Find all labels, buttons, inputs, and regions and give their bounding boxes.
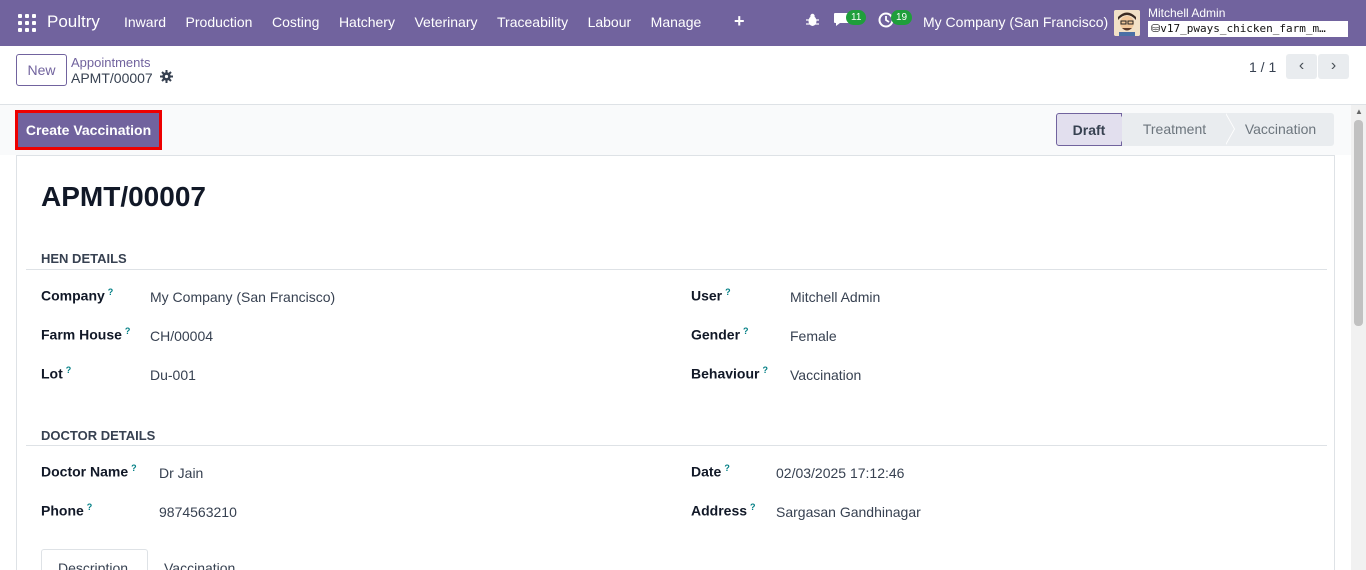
- help-icon[interactable]: ?: [87, 502, 93, 512]
- company-value[interactable]: My Company (San Francisco): [150, 289, 335, 305]
- top-navbar: Poultry Inward Production Costing Hatche…: [0, 0, 1366, 46]
- gender-value[interactable]: Female: [790, 328, 837, 344]
- database-label: v17_pways_chicken_farm_m…: [1160, 22, 1326, 35]
- menu-hatchery[interactable]: Hatchery: [339, 14, 395, 30]
- user-label: User?: [691, 287, 731, 304]
- stage-treatment[interactable]: Treatment: [1122, 113, 1227, 146]
- tab-vaccination[interactable]: Vaccination: [164, 549, 235, 570]
- help-icon[interactable]: ?: [725, 287, 731, 297]
- menu-veterinary[interactable]: Veterinary: [414, 14, 477, 30]
- stage-vaccination[interactable]: Vaccination: [1227, 113, 1334, 146]
- help-icon[interactable]: ?: [762, 365, 768, 375]
- help-icon[interactable]: ?: [108, 287, 114, 297]
- hen-details-heading: HEN DETAILS: [41, 251, 127, 266]
- create-vaccination-button[interactable]: Create Vaccination: [15, 110, 162, 150]
- database-name: ⛁v17_pways_chicken_farm_m…: [1148, 21, 1348, 37]
- app-grid-icon[interactable]: [18, 14, 36, 32]
- scrollbar-thumb[interactable]: [1354, 120, 1363, 326]
- help-icon[interactable]: ?: [66, 365, 72, 375]
- tab-description[interactable]: Description: [41, 549, 148, 570]
- pager-next-button[interactable]: ›: [1318, 54, 1349, 79]
- control-panel: New Appointments APMT/00007 1 / 1 ‹ ›: [0, 46, 1366, 105]
- menu-labour[interactable]: Labour: [588, 14, 632, 30]
- record-title: APMT/00007: [41, 181, 206, 212]
- user-name[interactable]: Mitchell Admin: [1148, 6, 1225, 20]
- phone-label: Phone?: [41, 502, 93, 519]
- activity-count-badge: 19: [891, 10, 913, 25]
- date-label: Date?: [691, 463, 730, 480]
- scroll-up-icon[interactable]: ▲: [1355, 107, 1363, 116]
- menu-costing[interactable]: Costing: [272, 14, 319, 30]
- gear-icon[interactable]: [160, 70, 173, 86]
- pager-value[interactable]: 1 / 1: [1249, 59, 1276, 75]
- stage-arrow: [1225, 113, 1234, 145]
- bug-icon[interactable]: [806, 13, 819, 31]
- date-value[interactable]: 02/03/2025 17:12:46: [776, 465, 904, 481]
- new-button[interactable]: New: [16, 54, 67, 86]
- behaviour-label: Behaviour?: [691, 365, 768, 382]
- help-icon[interactable]: ?: [125, 326, 131, 336]
- menu-production[interactable]: Production: [186, 14, 253, 30]
- chevron-left-icon: ‹: [1298, 57, 1305, 74]
- lot-value[interactable]: Du-001: [150, 367, 196, 383]
- menu-traceability[interactable]: Traceability: [497, 14, 568, 30]
- help-icon[interactable]: ?: [724, 463, 730, 473]
- address-label: Address?: [691, 502, 756, 519]
- help-icon[interactable]: ?: [743, 326, 749, 336]
- stage-draft[interactable]: Draft: [1056, 113, 1122, 146]
- main-menu: Inward Production Costing Hatchery Veter…: [124, 14, 721, 30]
- user-avatar[interactable]: [1114, 10, 1140, 36]
- doctor-name-value[interactable]: Dr Jain: [159, 465, 203, 481]
- help-icon[interactable]: ?: [750, 502, 756, 512]
- app-name[interactable]: Poultry: [47, 12, 100, 32]
- pager-previous-button[interactable]: ‹: [1286, 54, 1317, 79]
- menu-manage[interactable]: Manage: [651, 14, 702, 30]
- divider: [26, 445, 1327, 446]
- lot-label: Lot?: [41, 365, 72, 382]
- breadcrumb-appointments[interactable]: Appointments: [71, 55, 151, 70]
- gender-label: Gender?: [691, 326, 749, 343]
- breadcrumb-current: APMT/00007: [71, 70, 153, 86]
- menu-inward[interactable]: Inward: [124, 14, 166, 30]
- help-icon[interactable]: ?: [131, 463, 137, 473]
- company-switcher[interactable]: My Company (San Francisco): [923, 14, 1108, 30]
- plus-icon[interactable]: +: [734, 11, 745, 32]
- farm-house-label: Farm House?: [41, 326, 131, 343]
- company-label: Company?: [41, 287, 114, 304]
- behaviour-value[interactable]: Vaccination: [790, 367, 861, 383]
- farm-house-value[interactable]: CH/00004: [150, 328, 213, 344]
- doctor-name-label: Doctor Name?: [41, 463, 137, 480]
- chat-count-badge: 11: [846, 10, 867, 25]
- divider: [26, 269, 1327, 270]
- user-value[interactable]: Mitchell Admin: [790, 289, 880, 305]
- phone-value[interactable]: 9874563210: [159, 504, 237, 520]
- doctor-details-heading: DOCTOR DETAILS: [41, 428, 156, 443]
- address-value[interactable]: Sargasan Gandhinagar: [776, 504, 921, 520]
- database-icon: ⛁: [1151, 22, 1161, 35]
- chevron-right-icon: ›: [1330, 57, 1337, 74]
